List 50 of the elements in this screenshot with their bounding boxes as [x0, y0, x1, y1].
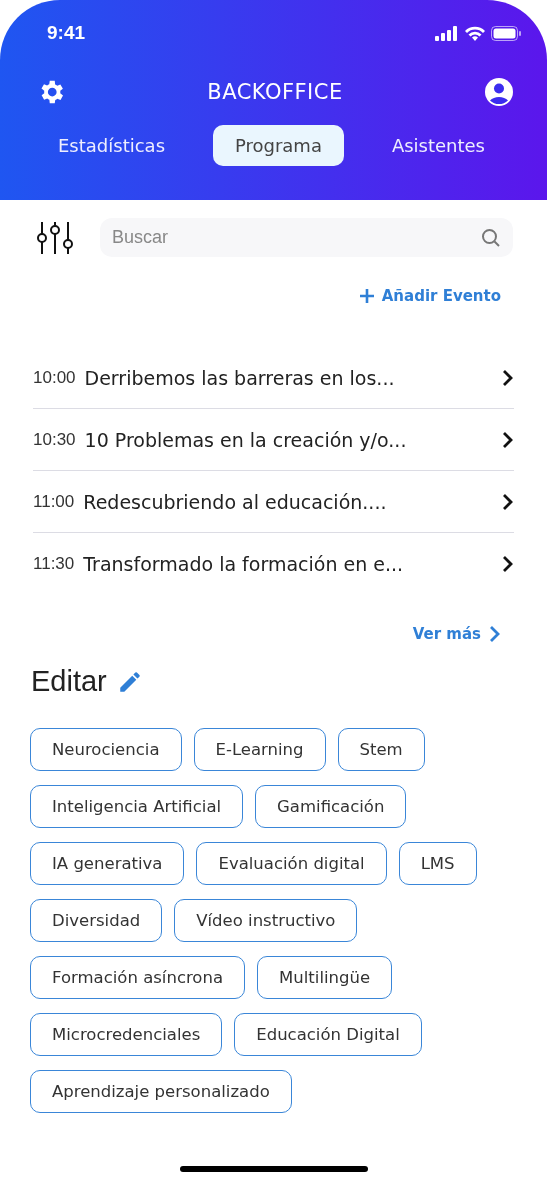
see-more-label: Ver más — [412, 625, 481, 643]
search-field[interactable]: Buscar — [100, 218, 513, 257]
chevron-right-icon — [502, 492, 514, 511]
topic-tag[interactable]: Multilingüe — [257, 956, 393, 999]
event-title: Transformado la formación en e... — [83, 553, 405, 575]
topic-tag[interactable]: Gamificación — [255, 785, 407, 828]
event-time: 10:30 — [33, 429, 76, 450]
topic-tag[interactable]: IA generativa — [30, 842, 185, 885]
add-event-link[interactable]: Añadir Evento — [359, 287, 501, 305]
topic-tag[interactable]: Diversidad — [30, 899, 163, 942]
signal-icon — [435, 25, 459, 41]
tab[interactable]: Asistentes — [369, 125, 507, 166]
topic-tag[interactable]: Inteligencia Artificial — [30, 785, 244, 828]
add-event-label: Añadir Evento — [381, 287, 501, 305]
filter-icon[interactable] — [36, 220, 74, 255]
event-title: Redescubriendo al educación.... — [83, 490, 388, 513]
topic-tag[interactable]: LMS — [398, 842, 477, 885]
topic-tag[interactable]: Microcredenciales — [30, 1013, 223, 1056]
event-row[interactable]: 10:30 10 Problemas en la creación y/o... — [33, 409, 514, 471]
event-title: 10 Problemas en la creación y/o... — [84, 428, 408, 451]
battery-icon — [491, 25, 521, 41]
event-title: Derribemos las barreras en los... — [84, 366, 396, 389]
event-time: 11:00 — [33, 491, 75, 512]
tab[interactable]: Programa — [212, 125, 344, 166]
topic-tag[interactable]: Vídeo instructivo — [174, 899, 358, 942]
topic-tag[interactable]: Formación asíncrona — [30, 956, 246, 999]
search-icon — [481, 228, 501, 248]
user-icon[interactable] — [484, 77, 514, 107]
event-row[interactable]: 10:00 Derribemos las barreras en los... — [33, 347, 514, 409]
topic-tag[interactable]: E-Learning — [193, 728, 326, 771]
plus-icon — [359, 289, 374, 303]
event-row[interactable]: 11:00 Redescubriendo al educación.... — [33, 471, 514, 533]
status-time: 9:41 — [47, 22, 86, 44]
chevron-right-icon — [489, 625, 501, 643]
section-title: Editar — [31, 665, 107, 698]
chevron-right-icon — [502, 555, 514, 573]
topic-tag[interactable]: Educación Digital — [234, 1013, 422, 1056]
event-time: 10:00 — [33, 367, 76, 388]
chevron-right-icon — [502, 430, 514, 449]
topic-tag[interactable]: Aprendizaje personalizado — [30, 1070, 292, 1113]
app-title: BACKOFFICE — [207, 80, 343, 104]
chevron-right-icon — [502, 368, 514, 387]
event-time: 11:30 — [33, 554, 75, 574]
topic-tag[interactable]: Neurociencia — [30, 728, 182, 771]
topic-tag[interactable]: Evaluación digital — [196, 842, 387, 885]
see-more-link[interactable]: Ver más — [412, 625, 501, 643]
tab[interactable]: Estadísticas — [36, 125, 187, 166]
topic-tag[interactable]: Stem — [337, 728, 425, 771]
event-row[interactable]: 11:30 Transformado la formación en e... — [33, 533, 514, 595]
wifi-icon — [465, 25, 485, 41]
